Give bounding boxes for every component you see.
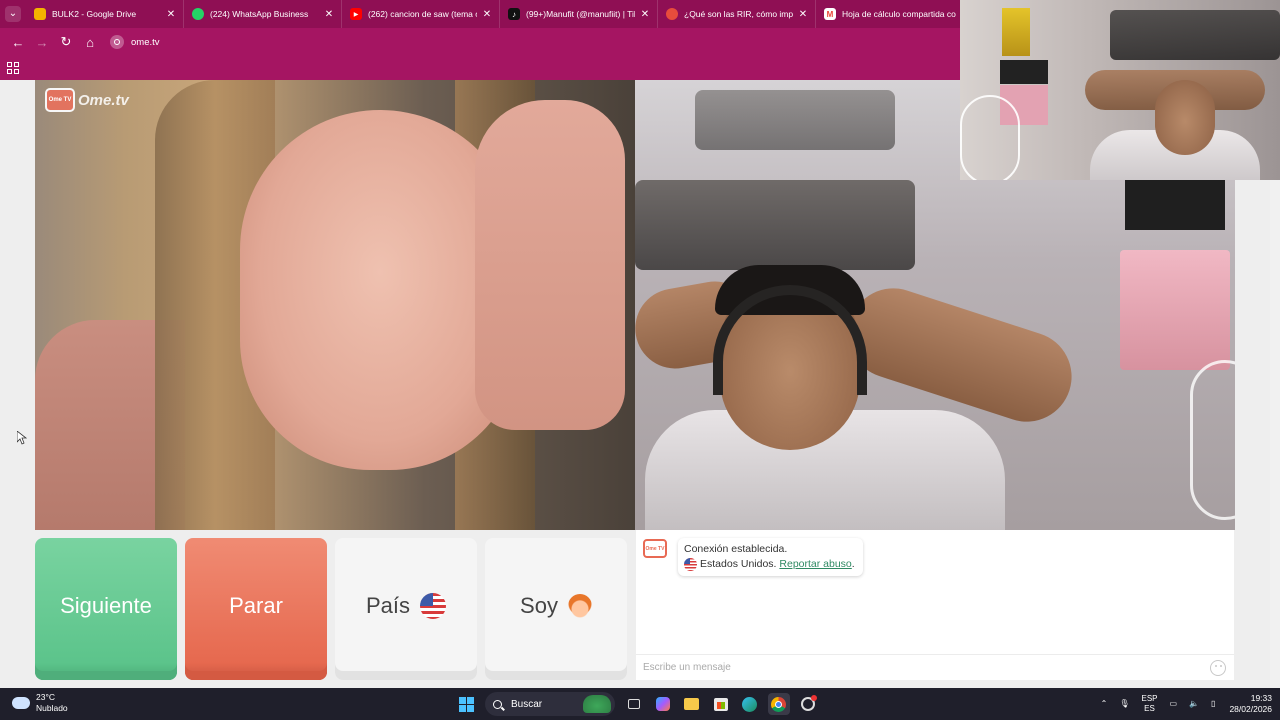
address-bar[interactable]: ome.tv [110,35,160,49]
tab-title: BULK2 - Google Drive [52,9,137,19]
tab-title: Hoja de cálculo compartida co [842,9,956,19]
close-icon[interactable]: ✕ [323,9,335,20]
tab-youtube[interactable]: ▶ (262) cancion de saw (tema orig ✕ [342,0,500,28]
apps-grid-icon[interactable] [7,62,19,74]
country-line: Estados Unidos. Reportar abuso. [684,557,855,572]
weather-temp: 23°C [36,692,55,702]
back-arrow-icon[interactable]: ← [6,30,30,54]
taskbar-apps: Buscar [452,688,822,720]
gender-label: Soy [520,593,558,618]
next-label: Siguiente [60,593,152,618]
weather-widget[interactable]: 23°C Nublado [12,692,68,714]
bookmarks-bar [0,56,960,80]
search-icon [493,699,502,709]
message-input[interactable]: Escribe un mensaje [636,654,1234,680]
chevron-up-icon[interactable]: ⌃ [1101,699,1108,709]
task-view-icon[interactable] [623,693,645,715]
clock-date: 28/02/2026 [1229,704,1272,714]
site-icon [666,8,678,20]
network-icon[interactable]: ▭ [1170,699,1178,709]
language-bottom: ES [1144,704,1155,713]
forward-arrow-icon[interactable]: → [30,30,54,54]
browser-toolbar: ← → ↻ ⌂ ome.tv [0,28,960,56]
search-label: Buscar [511,698,543,710]
tab-gmail[interactable]: M Hoja de cálculo compartida co [816,0,974,28]
country-name: Estados Unidos. [700,558,777,570]
windows-icon [459,696,474,712]
tab-tiktok[interactable]: ♪ (99+)Manufit (@manufiit) | Tik ✕ [500,0,658,28]
tab-rir[interactable]: ¿Qué son las RIR, cómo implem ✕ [658,0,816,28]
us-flag-icon [420,593,447,619]
country-button[interactable]: País [335,538,477,680]
language-indicator[interactable]: ESP ES [1142,694,1158,714]
chat-panel: Ome TV Conexión establecida. Estados Uni… [636,530,1234,680]
next-button[interactable]: Siguiente [35,538,177,680]
scrollbar[interactable] [1270,180,1280,688]
tv-icon: Ome TV [45,88,75,112]
tab-google-drive[interactable]: BULK2 - Google Drive ✕ [26,0,184,28]
youtube-icon: ▶ [350,8,362,20]
gmail-icon: M [824,8,836,20]
file-explorer-icon[interactable] [681,693,703,715]
country-label: País [365,593,411,618]
ometv-logo: Ome TV Ome.tv [45,88,129,112]
tab-search-button[interactable]: ⌄ [0,0,26,28]
system-message: Conexión establecida. Estados Unidos. Re… [678,538,863,576]
connection-status: Conexión establecida. [684,543,788,555]
windows-taskbar: 23°C Nublado Buscar ⌃ 🎙 ESP ES ▭ 🔈 ▯ 19:… [0,688,1280,720]
close-icon[interactable]: ✕ [639,9,651,20]
stop-label: Parar [229,593,283,618]
edge-icon[interactable] [739,693,761,715]
home-icon[interactable]: ⌂ [78,30,102,54]
mouse-cursor [16,430,28,450]
ometv-chat-icon: Ome TV [643,539,667,558]
gender-button[interactable]: Soy [485,538,627,680]
us-flag-icon [684,557,697,571]
report-suffix: . [851,558,855,570]
tiktok-icon: ♪ [508,8,520,20]
taskbar-clock[interactable]: 19:33 28/02/2026 [1229,693,1272,715]
report-abuse-link[interactable]: Reportar abuso [779,558,851,570]
tab-title: (99+)Manufit (@manufiit) | Tik [526,9,635,19]
system-tray: ⌃ 🎙 ESP ES ▭ 🔈 ▯ 19:33 28/02/2026 [1095,688,1272,720]
close-icon[interactable]: ✕ [481,9,493,20]
url-text: ome.tv [131,36,160,48]
stop-button[interactable]: Parar [185,538,327,680]
recording-app-icon[interactable] [797,693,819,715]
clock-time: 19:33 [1250,693,1272,703]
drive-icon [34,8,46,20]
weather-desc: Nublado [36,703,68,713]
whatsapp-icon [192,8,204,20]
start-button[interactable] [456,693,478,715]
taskbar-search[interactable]: Buscar [485,692,615,716]
emoji-icon[interactable] [1210,660,1226,676]
cloud-icon [12,697,30,709]
stranger-video: Ome TV Ome.tv [35,80,635,530]
site-info-icon[interactable] [110,35,124,49]
microphone-icon[interactable]: 🎙 [1119,699,1129,709]
chevron-down-icon: ⌄ [5,6,21,22]
tab-title: (262) cancion de saw (tema orig [368,9,477,19]
tab-title: ¿Qué son las RIR, cómo implem [684,9,793,19]
close-icon[interactable]: ✕ [797,9,809,20]
webcam-overlay [960,0,1280,180]
copilot-icon[interactable] [652,693,674,715]
close-icon[interactable]: ✕ [165,9,177,20]
store-icon[interactable] [710,693,732,715]
volume-icon[interactable]: 🔈 [1189,699,1199,709]
battery-icon[interactable]: ▯ [1211,699,1215,709]
boy-avatar-icon [567,594,592,618]
reload-icon[interactable]: ↻ [54,30,78,54]
search-highlight-icon [583,695,611,713]
logo-text: Ome.tv [78,91,129,109]
tab-whatsapp[interactable]: (224) WhatsApp Business ✕ [184,0,342,28]
message-placeholder: Escribe un mensaje [643,662,731,673]
language-top: ESP [1141,694,1158,703]
tab-title: (224) WhatsApp Business [210,9,309,19]
chrome-icon[interactable] [767,693,790,715]
